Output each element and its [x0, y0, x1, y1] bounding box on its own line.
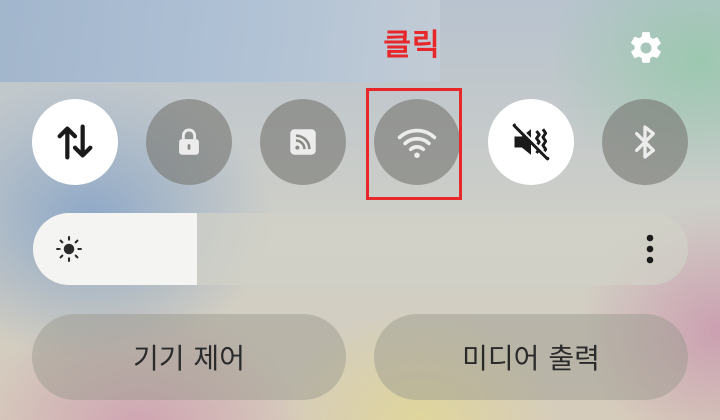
vibrate-mute-icon: [512, 123, 550, 161]
lock-icon: [179, 128, 199, 155]
tile-lock[interactable]: [146, 99, 232, 185]
device-control-label: 기기 제어: [133, 342, 245, 375]
brightness-slider[interactable]: [33, 213, 688, 285]
tile-nfc[interactable]: [260, 99, 346, 185]
quick-panel: 클릭 기기 제어 미디어 출력: [0, 0, 720, 420]
settings-button[interactable]: [624, 26, 668, 70]
sun-icon: [56, 236, 82, 262]
media-output-label: 미디어 출력: [462, 342, 600, 375]
more-vertical-icon[interactable]: [640, 231, 660, 267]
click-highlight-box: [366, 88, 462, 200]
device-control-button[interactable]: 기기 제어: [32, 314, 346, 400]
data-arrows-icon: [57, 124, 93, 160]
tile-sound[interactable]: [488, 99, 574, 185]
media-output-button[interactable]: 미디어 출력: [374, 314, 688, 400]
bluetooth-icon: [635, 125, 655, 159]
tile-bluetooth[interactable]: [602, 99, 688, 185]
gear-icon: [631, 32, 661, 63]
click-annotation-label: 클릭: [383, 28, 441, 63]
nfc-icon: [290, 129, 316, 155]
tile-mobile-data[interactable]: [32, 99, 118, 185]
